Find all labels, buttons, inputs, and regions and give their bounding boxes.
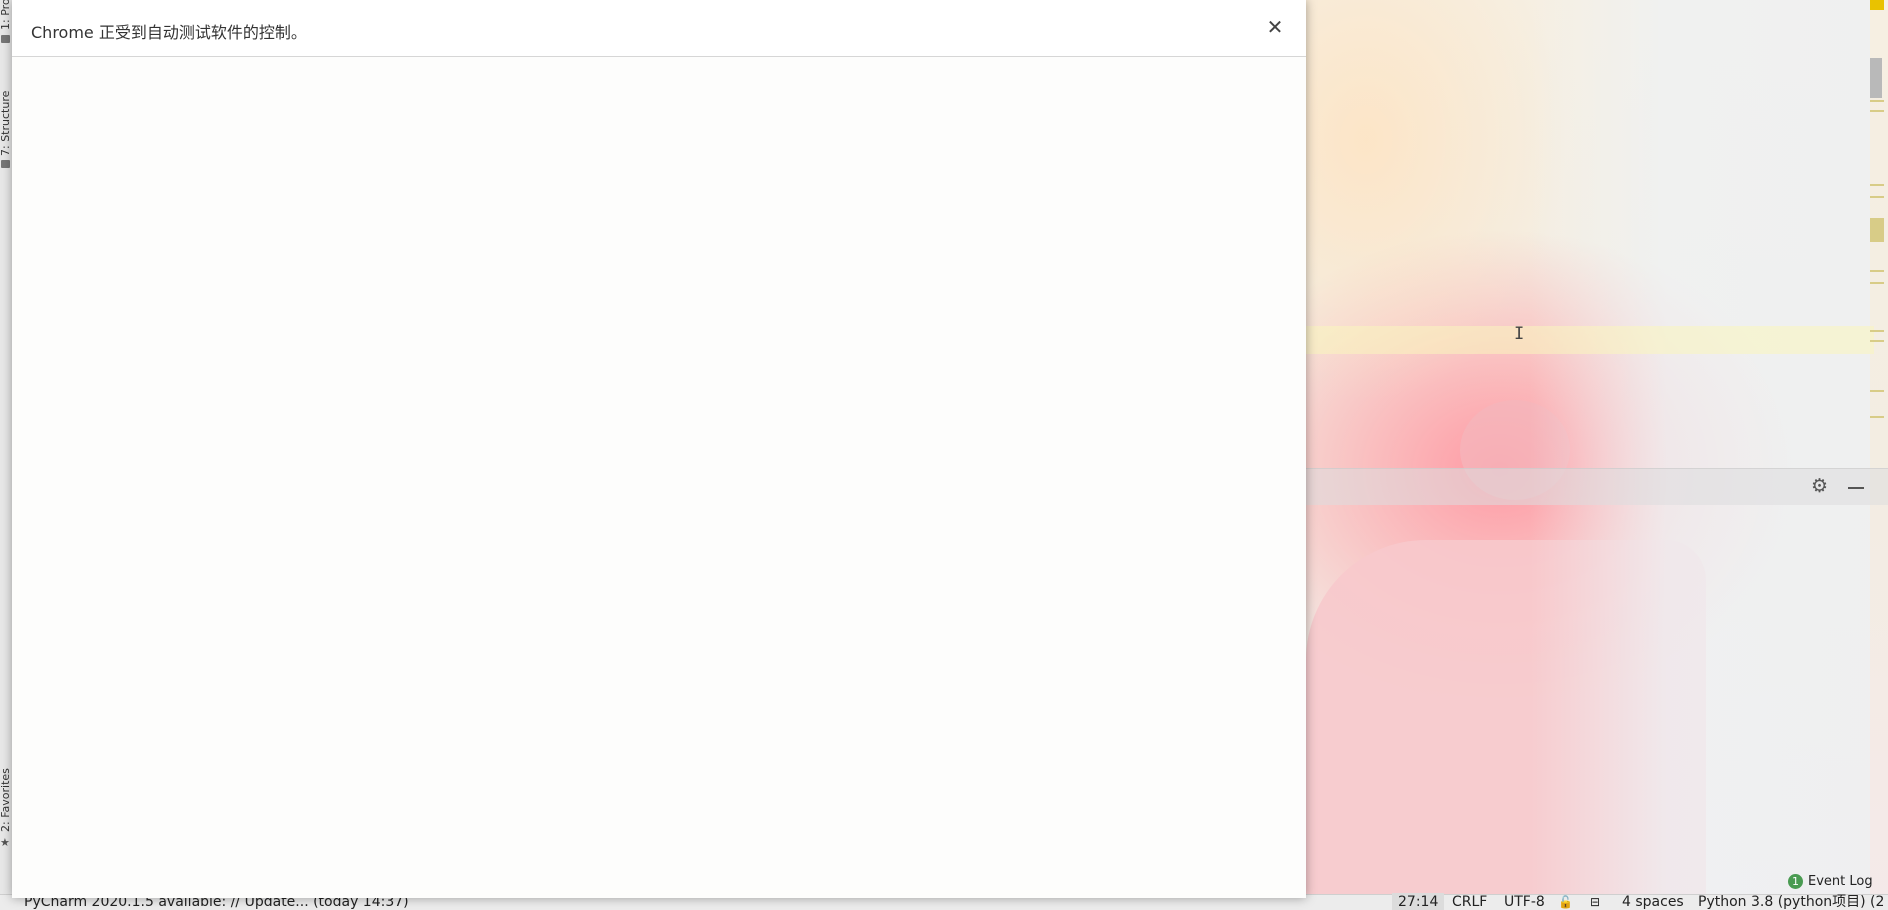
project-icon — [1, 35, 10, 43]
lock-icon[interactable]: 🔓 — [1558, 893, 1573, 910]
editor-scroll-gutter[interactable] — [1868, 0, 1888, 460]
error-stripe-marker[interactable] — [1870, 184, 1884, 186]
tab-structure[interactable]: 7: Structure — [0, 91, 12, 156]
automation-infobar: Chrome 正受到自动测试软件的控制。 ✕ — [12, 0, 1306, 57]
infobar-message: Chrome 正受到自动测试软件的控制。 — [31, 23, 307, 42]
star-icon: ★ — [0, 836, 10, 849]
tab-favorites[interactable]: 2: Favorites — [0, 768, 12, 832]
caret-position[interactable]: 27:14 — [1392, 893, 1445, 910]
error-stripe-marker[interactable] — [1870, 282, 1884, 284]
tool-window-header: ⚙ — [1306, 468, 1888, 505]
indent-setting[interactable]: 4 spaces — [1622, 893, 1684, 910]
tab-project[interactable]: 1: Project — [0, 0, 12, 30]
structure-icon — [1, 160, 10, 168]
event-log-button[interactable]: 1 Event Log — [1788, 874, 1873, 889]
error-stripe-marker[interactable] — [1870, 270, 1884, 272]
event-log-label: Event Log — [1808, 874, 1873, 889]
event-count-badge: 1 — [1788, 874, 1803, 889]
file-encoding[interactable]: UTF-8 — [1504, 893, 1545, 910]
close-icon[interactable]: ✕ — [1264, 16, 1286, 38]
error-stripe-marker[interactable] — [1870, 100, 1884, 102]
error-stripe-marker[interactable] — [1870, 340, 1884, 342]
error-stripe-marker[interactable] — [1870, 390, 1884, 392]
scroll-thumb[interactable] — [1870, 58, 1882, 98]
background-image-region — [1530, 0, 1870, 910]
minimize-icon[interactable] — [1848, 487, 1864, 489]
error-stripe-marker[interactable] — [1870, 330, 1884, 332]
error-stripe-marker[interactable] — [1870, 218, 1884, 242]
chrome-window: Chrome 正受到自动测试软件的控制。 ✕ — [12, 0, 1306, 898]
blank-page-content[interactable] — [12, 57, 1306, 898]
error-stripe-marker[interactable] — [1870, 196, 1884, 198]
gear-icon[interactable]: ⚙ — [1811, 476, 1828, 496]
line-separator[interactable]: CRLF — [1452, 893, 1487, 910]
error-stripe-marker[interactable] — [1870, 110, 1884, 112]
git-icon[interactable]: ⊟ — [1590, 893, 1600, 910]
text-cursor-icon: I — [1514, 324, 1525, 344]
python-interpreter[interactable]: Python 3.8 (python项目) (2 — [1698, 893, 1884, 910]
error-stripe-marker[interactable] — [1870, 416, 1884, 418]
error-stripe-marker[interactable] — [1870, 0, 1884, 10]
current-line-highlight — [1306, 326, 1874, 354]
